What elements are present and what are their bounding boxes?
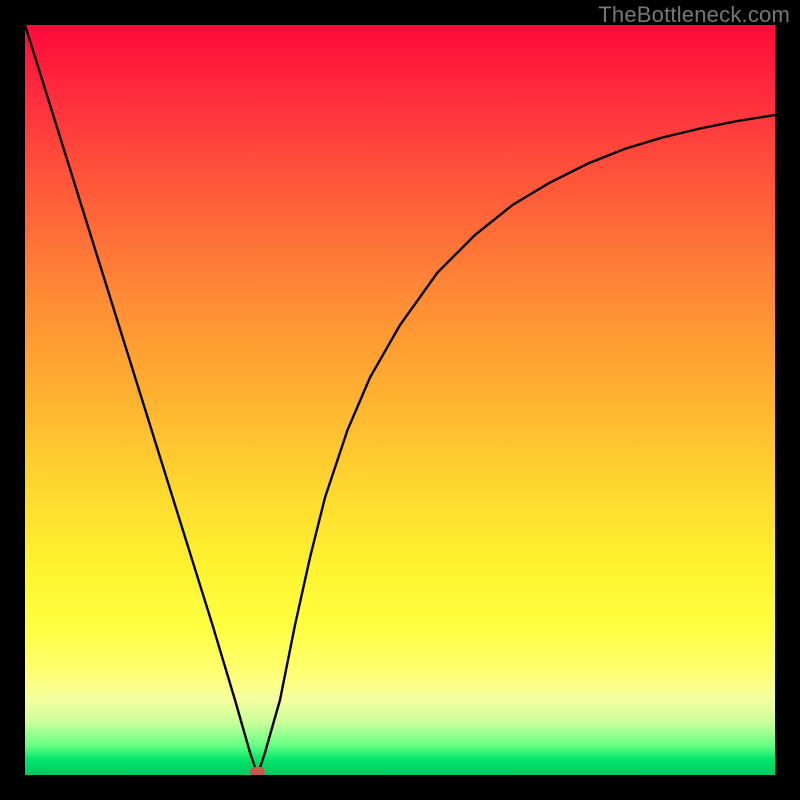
minimum-marker-icon [251,767,265,775]
watermark-label: TheBottleneck.com [598,2,790,28]
curve-layer [25,25,775,775]
chart-frame: TheBottleneck.com [0,0,800,800]
bottleneck-curve [25,25,775,775]
plot-area [25,25,775,775]
